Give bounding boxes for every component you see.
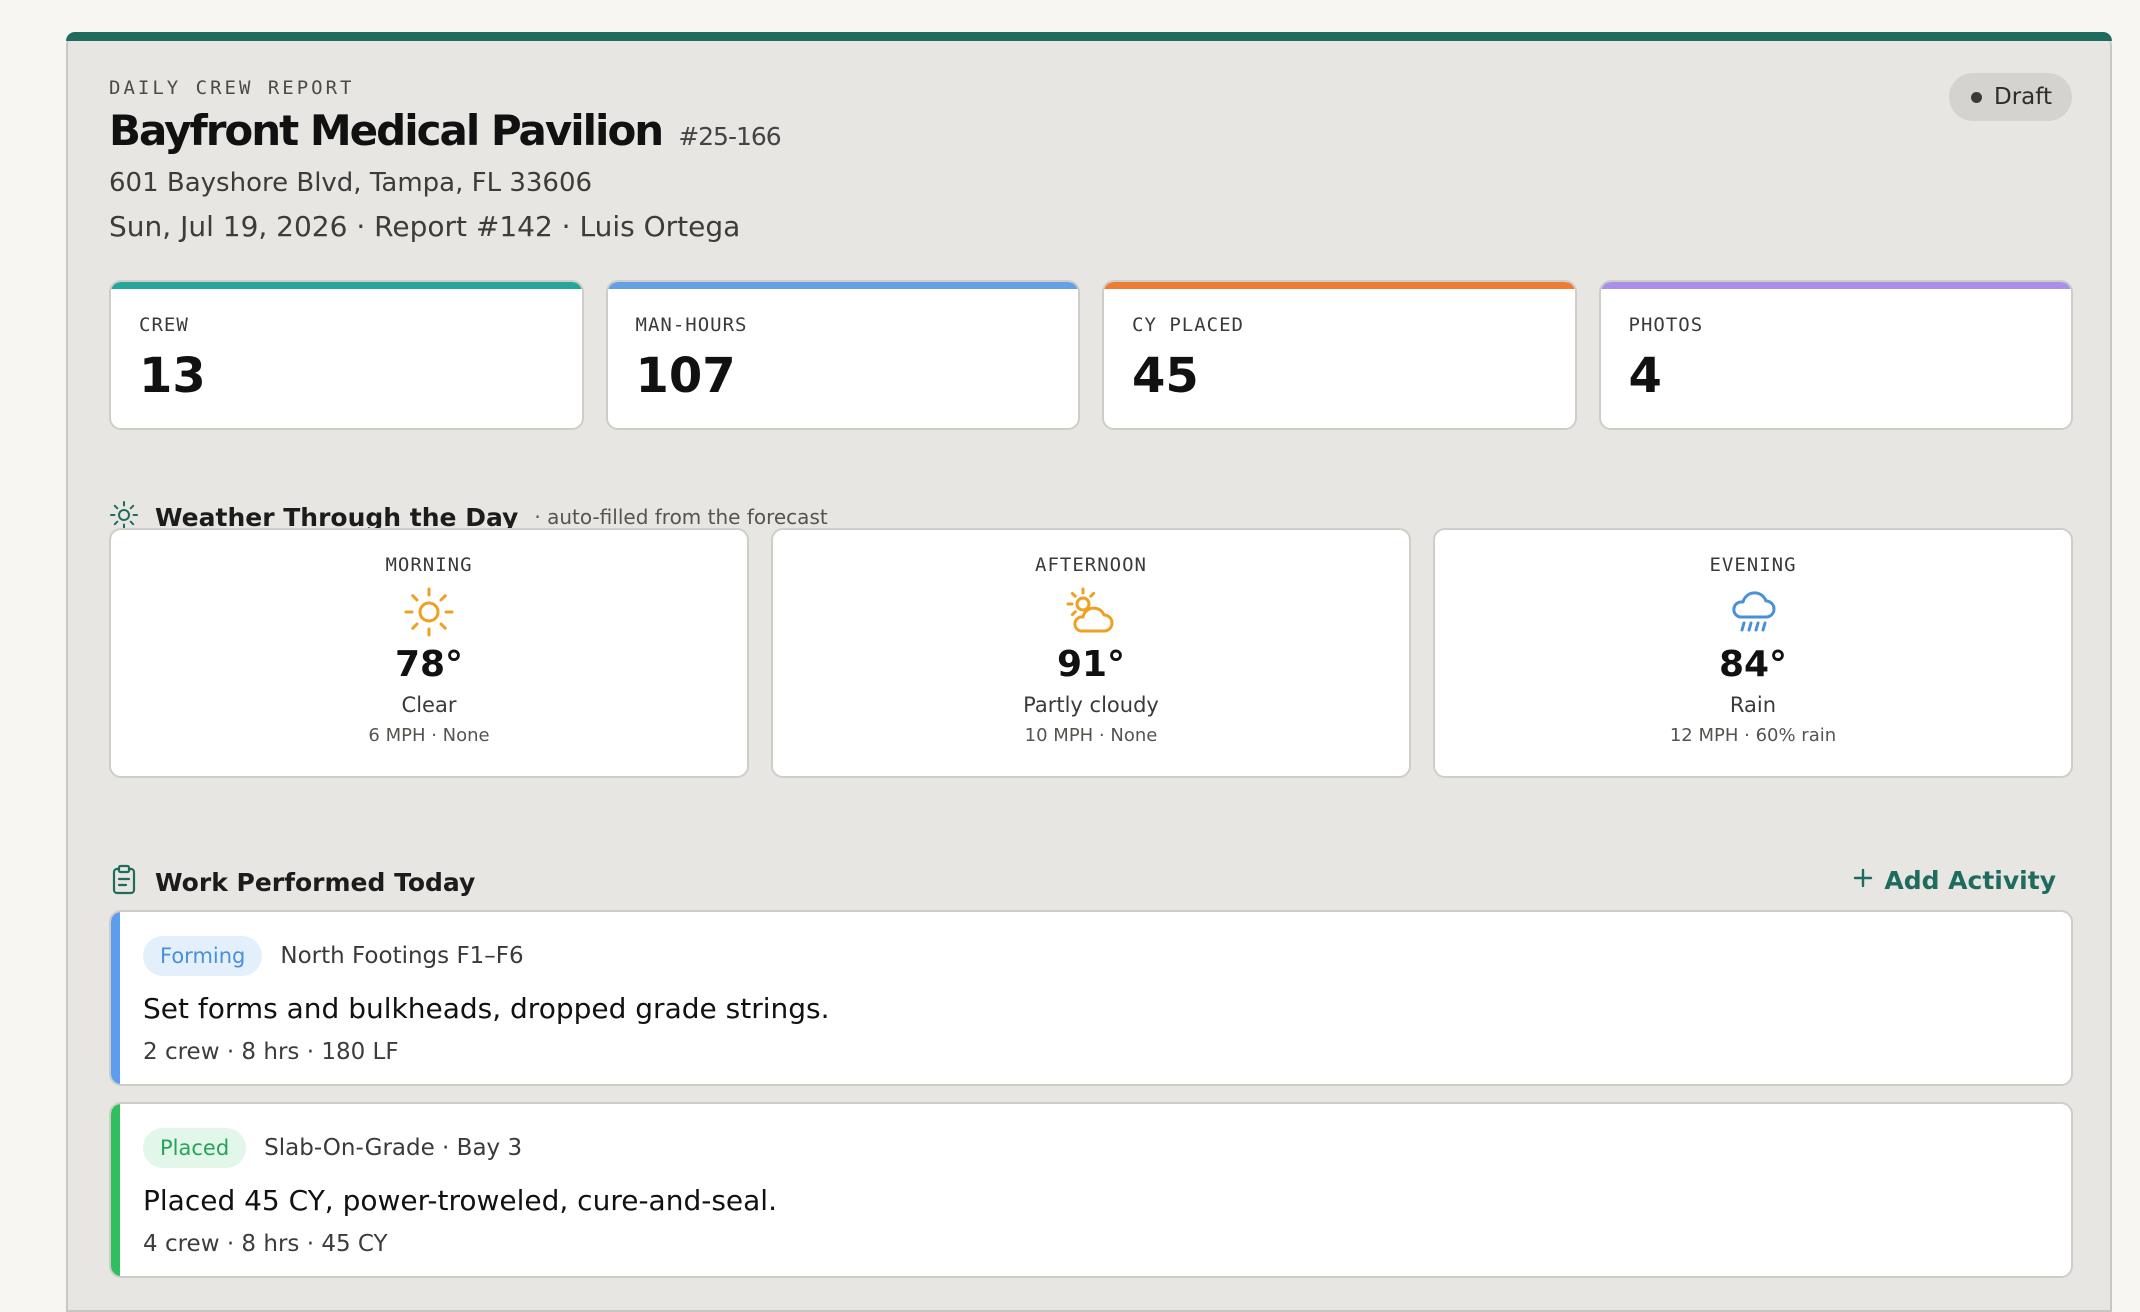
stat-card-man-hours: MAN-HOURS 107 [605,280,1080,430]
weather-row: MORNING 78° Clear 6 MPH · None AFTERNOON [109,528,2073,778]
clipboard-icon [109,864,139,900]
status-label: Draft [1994,84,2052,110]
weather-card-morning: MORNING 78° Clear 6 MPH · None [109,528,749,778]
weather-detail: 12 MPH · 60% rain [1669,725,1837,746]
add-activity-label: Add Activity [1884,866,2056,895]
stat-accent [1600,282,2071,289]
stat-accent [1104,282,1575,289]
activity-description: Placed 45 CY, power-troweled, cure-and-s… [143,1184,777,1217]
stat-label: CREW [139,314,189,336]
status-dot-icon [1971,91,1983,103]
activity-meta: 2 crew · 8 hrs · 180 LF [143,1039,399,1065]
stat-label: CY PLACED [1132,314,1244,336]
sun-icon [402,586,456,638]
activity-tag: Placed [143,1128,247,1168]
weather-period: MORNING [385,554,473,576]
add-activity-button[interactable]: Add Activity [1852,866,2056,895]
card-accent-bar [66,32,2112,41]
activity-location: North Footings F1–F6 [280,943,524,969]
stat-accent [111,282,582,289]
plus-icon [1852,866,1874,895]
activity-header: Placed Slab-On-Grade · Bay 3 [143,1128,522,1168]
activity-location: Slab-On-Grade · Bay 3 [264,1135,523,1161]
stat-card-photos: PHOTOS 4 [1598,280,2073,430]
weather-detail: 6 MPH · None [368,725,490,746]
activity-tag: Forming [143,936,263,976]
stat-card-crew: CREW 13 [109,280,584,430]
activity-card[interactable]: Forming North Footings F1–F6 Set forms a… [109,910,2073,1086]
job-number: #25-166 [678,122,781,151]
weather-detail: 10 MPH · None [1024,725,1158,746]
weather-temp: 78° [394,644,464,685]
weather-card-evening: EVENING 84° Rain 12 MPH · 60% rain [1433,528,2073,778]
rain-cloud-icon [1726,586,1780,638]
activity-header: Forming North Footings F1–F6 [143,936,524,976]
title-row: Bayfront Medical Pavilion #25-166 [109,106,782,155]
weather-period: AFTERNOON [1035,554,1147,576]
activity-status-bar [111,1104,120,1276]
stat-value: 4 [1628,348,1662,404]
report-eyebrow: DAILY CREW REPORT [109,77,355,99]
weather-condition: Rain [1729,693,1777,717]
report-meta: Sun, Jul 19, 2026 · Report #142 · Luis O… [109,210,741,243]
weather-condition: Clear [401,693,457,717]
stat-label: MAN-HOURS [635,314,748,336]
activity-description: Set forms and bulkheads, dropped grade s… [143,992,830,1025]
stat-value: 45 [1132,348,1199,404]
weather-section-subtitle: · auto-filled from the forecast [534,505,828,529]
activity-status-bar [111,912,120,1084]
status-badge[interactable]: Draft [1949,73,2072,121]
weather-temp: 84° [1718,644,1788,685]
weather-condition: Partly cloudy [1023,693,1159,717]
daily-report-card: DAILY CREW REPORT Bayfront Medical Pavil… [66,32,2112,1312]
work-section-header: Work Performed Today [109,864,475,900]
partly-cloudy-icon [1064,586,1118,638]
stat-label: PHOTOS [1628,314,1704,336]
work-section-title: Work Performed Today [155,867,476,897]
project-title: Bayfront Medical Pavilion [109,106,664,155]
weather-card-afternoon: AFTERNOON 91° Partly cloudy 10 MPH · Non… [771,528,1411,778]
stat-card-cy-placed: CY PLACED 45 [1102,280,1577,430]
stats-row: CREW 13 MAN-HOURS 107 CY PLACED 45 PHOTO… [109,280,2073,430]
weather-temp: 91° [1056,644,1126,685]
stat-value: 107 [635,348,736,404]
weather-period: EVENING [1709,554,1797,576]
stat-accent [607,282,1078,289]
stat-value: 13 [139,348,206,404]
activity-card[interactable]: Placed Slab-On-Grade · Bay 3 Placed 45 C… [109,1102,2073,1278]
project-address: 601 Bayshore Blvd, Tampa, FL 33606 [109,168,593,198]
activity-meta: 4 crew · 8 hrs · 45 CY [143,1231,388,1257]
